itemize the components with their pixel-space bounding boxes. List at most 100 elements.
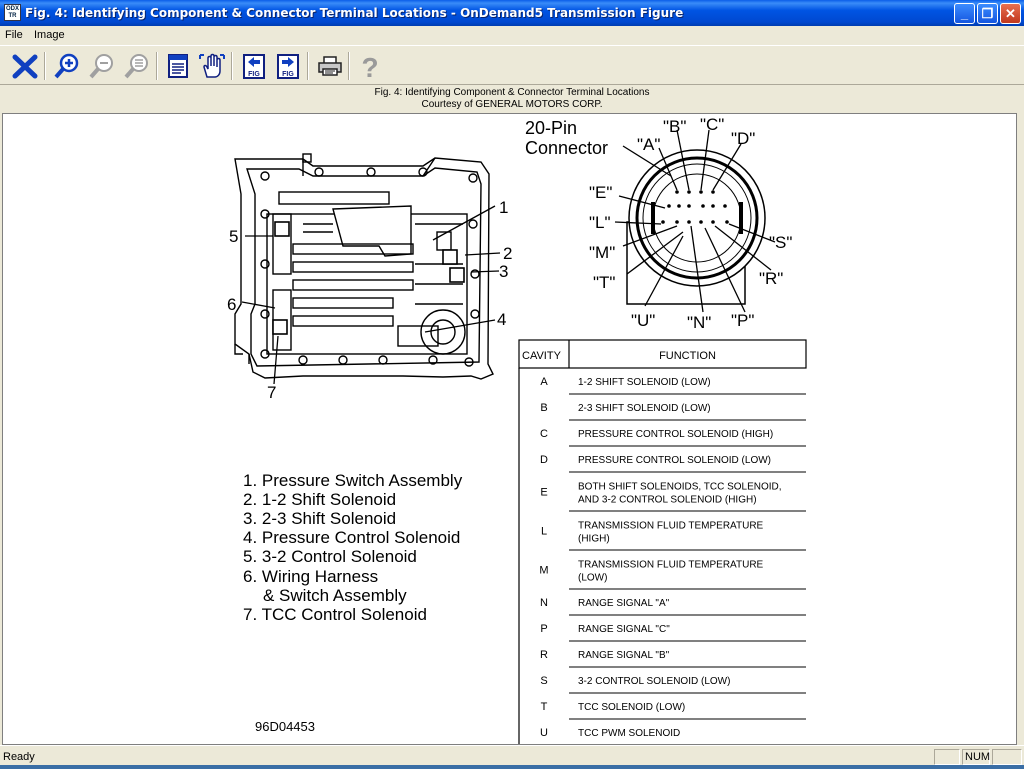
svg-text:FIG: FIG	[282, 71, 294, 78]
print-button[interactable]	[314, 50, 346, 82]
zoom-out-icon	[89, 54, 113, 79]
function-cell: 1-2 SHIFT SOLENOID (LOW)	[578, 377, 711, 388]
previous-figure-icon: FIG	[243, 54, 265, 79]
table-row: B 2-3 SHIFT SOLENOID (LOW)	[540, 402, 806, 421]
legend-item-6-cont: & Switch Assembly	[263, 586, 407, 605]
next-figure-button[interactable]: FIG	[272, 50, 304, 82]
minimize-button[interactable]: _	[954, 3, 975, 24]
function-cell-cont: AND 3-2 CONTROL SOLENOID (HIGH)	[578, 495, 757, 506]
callout-1: 1	[499, 198, 508, 217]
menu-image[interactable]: Image	[34, 29, 65, 41]
zoom-in-button[interactable]	[51, 50, 83, 82]
table-row: L TRANSMISSION FLUID TEMPERATURE (HIGH)	[541, 521, 806, 551]
pin-label-u: "U"	[631, 311, 655, 330]
help-button[interactable]: ?	[354, 50, 386, 82]
function-cell: RANGE SIGNAL "A"	[578, 598, 670, 609]
figure-canvas[interactable]: 1 2 3 4 5 6 7 20-Pin Connector "A" "B" "…	[2, 113, 1017, 745]
pin-label-m: "M"	[589, 243, 615, 262]
figure-id: 96D04453	[255, 719, 315, 734]
pin-label-e: "E"	[589, 183, 612, 202]
menu-file[interactable]: File	[5, 29, 23, 41]
pin-label-p: "P"	[731, 311, 754, 330]
page-view-button[interactable]	[162, 50, 194, 82]
connector-label-line2: Connector	[525, 138, 608, 158]
connector-drawing	[626, 149, 766, 305]
pin-label-c: "C"	[700, 115, 724, 134]
table-header-function: FUNCTION	[659, 350, 716, 362]
table-row: M TRANSMISSION FLUID TEMPERATURE (LOW)	[539, 560, 806, 590]
pan-button[interactable]	[196, 50, 228, 82]
cavity-cell: P	[540, 623, 547, 635]
status-text: Ready	[3, 751, 35, 763]
function-cell: PRESSURE CONTROL SOLENOID (LOW)	[578, 455, 771, 466]
hand-pan-icon	[199, 53, 225, 78]
pin-label-s: "S"	[769, 233, 792, 252]
pin-label-d: "D"	[731, 129, 755, 148]
table-row: N RANGE SIGNAL "A"	[540, 597, 806, 616]
svg-text:?: ?	[361, 52, 378, 80]
maximize-button[interactable]: ❐	[977, 3, 998, 24]
function-cell: BOTH SHIFT SOLENOIDS, TCC SOLENOID,	[578, 482, 782, 493]
table-row: U TCC PWM SOLENOID	[540, 727, 680, 739]
next-figure-icon: FIG	[277, 54, 299, 79]
connector-label-line1: 20-Pin	[525, 118, 577, 138]
cavity-cell: E	[540, 487, 547, 499]
table-row: E BOTH SHIFT SOLENOIDS, TCC SOLENOID, AND …	[540, 482, 806, 512]
table-row: C PRESSURE CONTROL SOLENOID (HIGH)	[540, 428, 806, 447]
close-button[interactable]: ✕	[1000, 3, 1021, 24]
pin-label-l: "L"	[589, 213, 611, 232]
cavity-cell: N	[540, 597, 548, 609]
callout-5: 5	[229, 227, 238, 246]
zoom-fit-button[interactable]	[121, 50, 153, 82]
pin-label-n: "N"	[687, 313, 711, 332]
x-icon	[12, 54, 38, 79]
table-header-cavity: CAVITY	[522, 350, 562, 362]
legend-item-4: 4. Pressure Control Solenoid	[243, 528, 460, 547]
status-num-indicator: NUM	[962, 749, 990, 765]
window-title: Fig. 4: Identifying Component & Connecto…	[25, 6, 684, 20]
status-panel-empty-2	[992, 749, 1022, 765]
printer-icon	[318, 56, 342, 76]
svg-text:FIG: FIG	[248, 71, 260, 78]
title-bar: ODX TR Fig. 4: Identifying Component & C…	[0, 0, 1024, 26]
cavity-cell: M	[539, 565, 548, 577]
cavity-cell: T	[541, 701, 548, 713]
function-cell: TRANSMISSION FLUID TEMPERATURE	[578, 521, 764, 532]
function-cell: RANGE SIGNAL "B"	[578, 650, 670, 661]
vertical-scrollbar[interactable]	[1017, 113, 1024, 745]
cavity-cell: L	[541, 526, 547, 538]
callout-6: 6	[227, 295, 236, 314]
caption-credit: Courtesy of GENERAL MOTORS CORP.	[421, 99, 603, 110]
callout-7: 7	[267, 383, 276, 402]
function-cell-cont: (LOW)	[578, 573, 607, 584]
zoom-out-button[interactable]	[86, 50, 118, 82]
legend-item-7: 7. TCC Control Solenoid	[243, 605, 427, 624]
app-icon[interactable]: ODX TR	[4, 4, 21, 21]
legend-item-3: 3. 2-3 Shift Solenoid	[243, 509, 396, 528]
document-icon	[168, 54, 188, 78]
legend-item-5: 5. 3-2 Control Solenoid	[243, 547, 417, 566]
function-cell: 3-2 CONTROL SOLENOID (LOW)	[578, 676, 730, 687]
figure-caption: Fig. 4: Identifying Component & Connecto…	[0, 85, 1024, 113]
pin-label-b: "B"	[663, 117, 686, 136]
cavity-cell: A	[540, 376, 548, 388]
table-row: D PRESSURE CONTROL SOLENOID (LOW)	[540, 454, 806, 473]
legend-item-2: 2. 1-2 Shift Solenoid	[243, 490, 396, 509]
function-cell: TCC SOLENOID (LOW)	[578, 702, 685, 713]
function-cell: TRANSMISSION FLUID TEMPERATURE	[578, 560, 764, 571]
toolbar: FIG FIG ?	[0, 45, 1024, 85]
previous-figure-button[interactable]: FIG	[238, 50, 270, 82]
cavity-cell: D	[540, 454, 548, 466]
status-bar: Ready NUM	[0, 745, 1024, 769]
cavity-cell: B	[540, 402, 547, 414]
cavity-cell: C	[540, 428, 548, 440]
function-cell: TCC PWM SOLENOID	[578, 728, 680, 739]
close-figure-button[interactable]	[9, 50, 41, 82]
component-legend: 1. Pressure Switch Assembly 2. 1-2 Shift…	[243, 471, 463, 624]
cavity-cell: U	[540, 727, 548, 739]
callout-3: 3	[499, 262, 508, 281]
function-cell-cont: (HIGH)	[578, 534, 610, 545]
caption-title: Fig. 4: Identifying Component & Connecto…	[374, 87, 650, 98]
valve-body-drawing	[234, 153, 494, 380]
pin-label-a: "A"	[637, 135, 660, 154]
